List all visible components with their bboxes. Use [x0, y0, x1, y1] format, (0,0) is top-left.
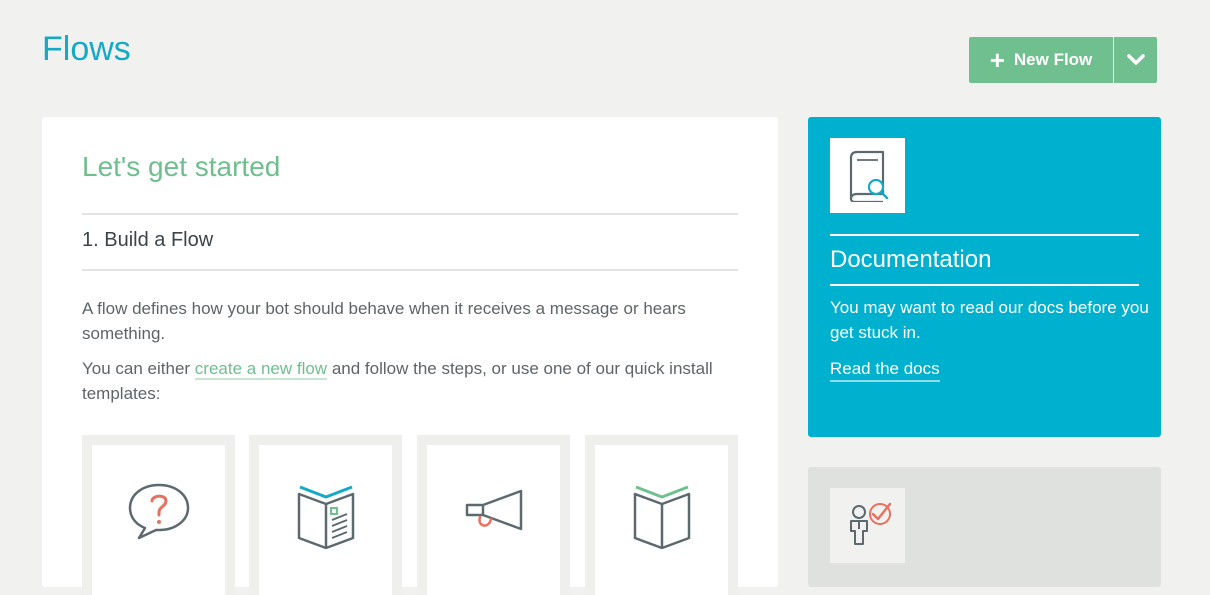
- new-flow-dropdown-toggle[interactable]: [1114, 37, 1157, 83]
- megaphone-icon: [465, 489, 522, 531]
- divider: [830, 234, 1139, 236]
- read-the-docs-link[interactable]: Read the docs: [830, 358, 940, 382]
- new-flow-button[interactable]: + New Flow: [969, 37, 1113, 83]
- templates-intro-start: You can either: [82, 359, 195, 378]
- step-title: 1. Build a Flow: [82, 229, 214, 251]
- getting-started-card: Let's get started 1. Build a Flow A flow…: [42, 117, 778, 595]
- open-book-pages-icon: [297, 485, 354, 549]
- template-card-guide[interactable]: [249, 435, 402, 595]
- question-speech-bubble-icon: [128, 483, 189, 540]
- divider: [830, 284, 1139, 286]
- divider: [82, 213, 738, 215]
- new-flow-button-group: + New Flow: [969, 37, 1157, 83]
- getting-started-heading: Let's get started: [82, 151, 281, 182]
- template-card-faq[interactable]: [82, 435, 235, 595]
- secondary-icon-box: [830, 488, 905, 563]
- create-new-flow-link[interactable]: create a new flow: [194, 359, 328, 380]
- page-title: Flows: [42, 30, 131, 68]
- templates-intro: You can either create a new flow and fol…: [82, 356, 732, 406]
- person-checkmark-icon: [849, 502, 891, 545]
- open-book-icon: [633, 485, 690, 549]
- doc-icon-box: [830, 138, 905, 213]
- documentation-title: Documentation: [830, 246, 992, 273]
- book-search-icon: [849, 150, 888, 202]
- secondary-card: [808, 467, 1161, 587]
- chevron-down-icon: [1126, 54, 1145, 65]
- template-card-announcement[interactable]: [417, 435, 570, 595]
- divider: [82, 269, 738, 271]
- documentation-description: You may want to read our docs before you…: [830, 298, 1149, 342]
- template-card-story[interactable]: [585, 435, 738, 595]
- flow-description: A flow defines how your bot should behav…: [82, 299, 686, 343]
- documentation-card: Documentation You may want to read our d…: [808, 117, 1161, 437]
- new-flow-label: New Flow: [1013, 50, 1093, 69]
- plus-icon: +: [989, 45, 1005, 75]
